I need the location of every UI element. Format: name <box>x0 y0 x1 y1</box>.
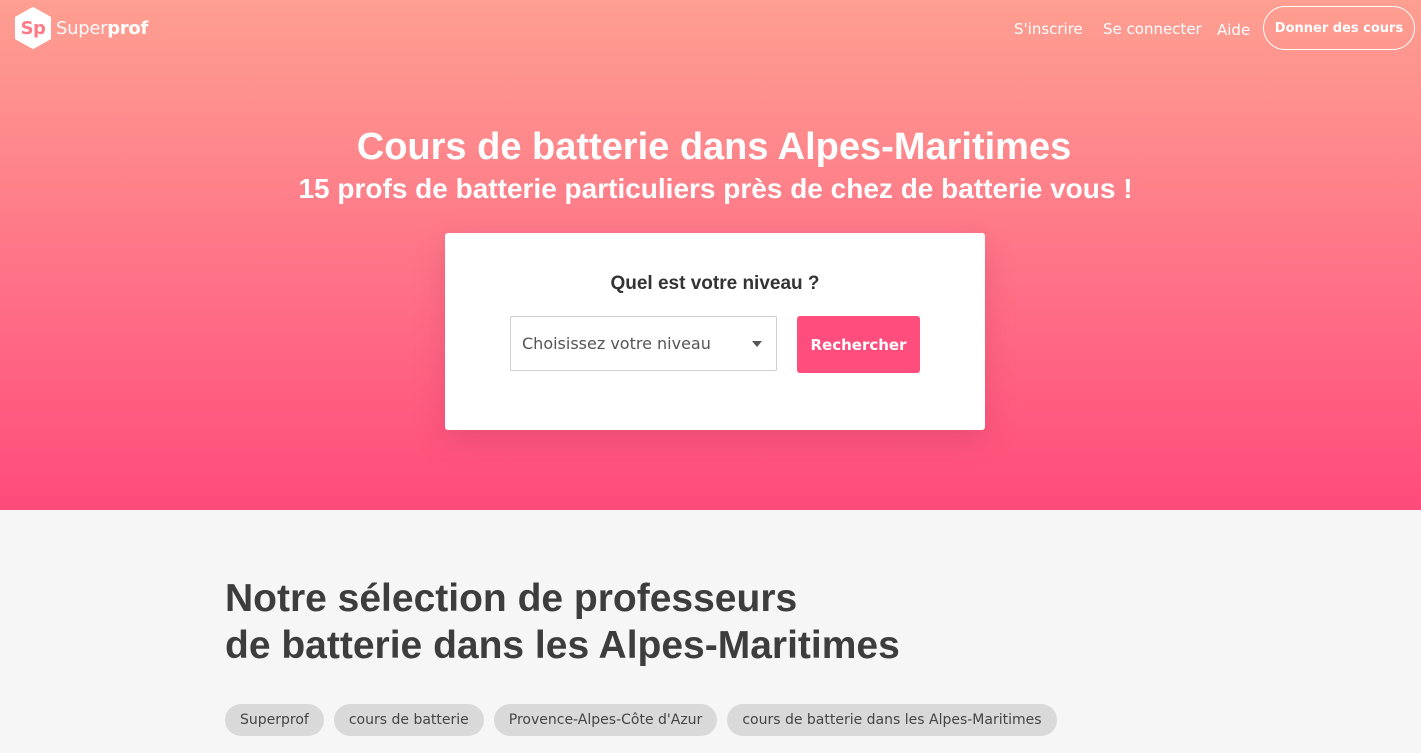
level-select[interactable]: Choisissez votre niveau <box>510 316 777 371</box>
logo-mark: Sp <box>20 17 46 39</box>
search-button[interactable]: Rechercher <box>797 316 920 373</box>
give-lessons-button[interactable]: Donner des cours <box>1263 6 1415 50</box>
logo-hexagon-icon: Sp <box>14 7 52 49</box>
page-title: Cours de batterie dans Alpes-Maritimes <box>356 126 1072 168</box>
nav-login-link[interactable]: Se connecter <box>1103 20 1202 38</box>
nav-help-link[interactable]: Aide <box>1217 21 1250 39</box>
nav-signup-link[interactable]: S'inscrire <box>1014 20 1083 38</box>
level-question: Quel est votre niveau ? <box>610 273 820 294</box>
breadcrumb-department[interactable]: cours de batterie dans les Alpes-Maritim… <box>727 704 1057 736</box>
breadcrumb-superprof[interactable]: Superprof <box>225 704 324 736</box>
page-subtitle: 15 profs de batterie particuliers près d… <box>298 173 1133 204</box>
breadcrumb-drum-lessons[interactable]: cours de batterie <box>333 704 484 736</box>
level-search-card: Quel est votre niveau ? Choisissez votre… <box>445 233 985 430</box>
breadcrumb-region[interactable]: Provence-Alpes-Côte d'Azur <box>493 704 718 736</box>
breadcrumb: Superprof cours de batterie Provence-Alp… <box>225 704 1057 736</box>
level-select-placeholder: Choisissez votre niveau <box>522 334 711 353</box>
superprof-logo[interactable]: Sp Superprof <box>14 7 148 49</box>
logo-word-bold: prof <box>107 17 149 39</box>
caret-down-icon <box>752 341 762 347</box>
selection-title-line1: Notre sélection de professeurs <box>225 577 798 620</box>
logo-word-light: Super <box>56 17 108 39</box>
logo-wordmark: Superprof <box>56 18 148 39</box>
selection-title: Notre sélection de professeurs de batter… <box>225 575 900 669</box>
hero-banner: Sp Superprof S'inscrire Se connecter Aid… <box>0 0 1421 510</box>
selection-title-line2: de batterie dans les Alpes-Maritimes <box>225 624 900 667</box>
